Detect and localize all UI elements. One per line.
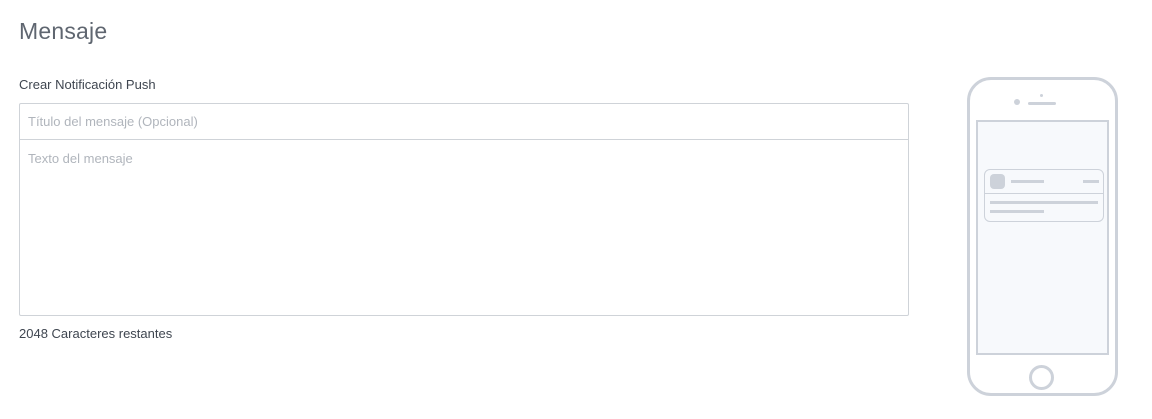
characters-remaining-label: Caracteres restantes <box>51 326 173 341</box>
message-section: Mensaje Crear Notificación Push 2048 Car… <box>0 0 1152 419</box>
phone-camera-icon <box>1014 99 1020 105</box>
notification-app-name-placeholder <box>1011 180 1044 183</box>
app-icon <box>990 174 1005 189</box>
phone-screen <box>976 120 1109 355</box>
push-notification-label: Crear Notificación Push <box>19 77 156 92</box>
notification-time-placeholder <box>1083 180 1099 183</box>
phone-preview-icon <box>967 77 1118 396</box>
characters-remaining-count: 2048 <box>19 326 48 341</box>
notification-text-line-placeholder <box>990 210 1044 213</box>
page-title: Mensaje <box>19 18 108 44</box>
characters-remaining-counter: 2048 Caracteres restantes <box>19 326 172 341</box>
message-body-textarea[interactable] <box>19 139 909 316</box>
phone-home-button-icon <box>1029 365 1054 390</box>
notification-preview-card <box>984 169 1104 222</box>
message-title-input[interactable] <box>19 103 909 140</box>
phone-speaker-icon <box>1028 102 1056 105</box>
notification-text-line-placeholder <box>990 201 1098 204</box>
notification-divider <box>985 193 1103 194</box>
phone-sensor-icon <box>1040 94 1043 97</box>
